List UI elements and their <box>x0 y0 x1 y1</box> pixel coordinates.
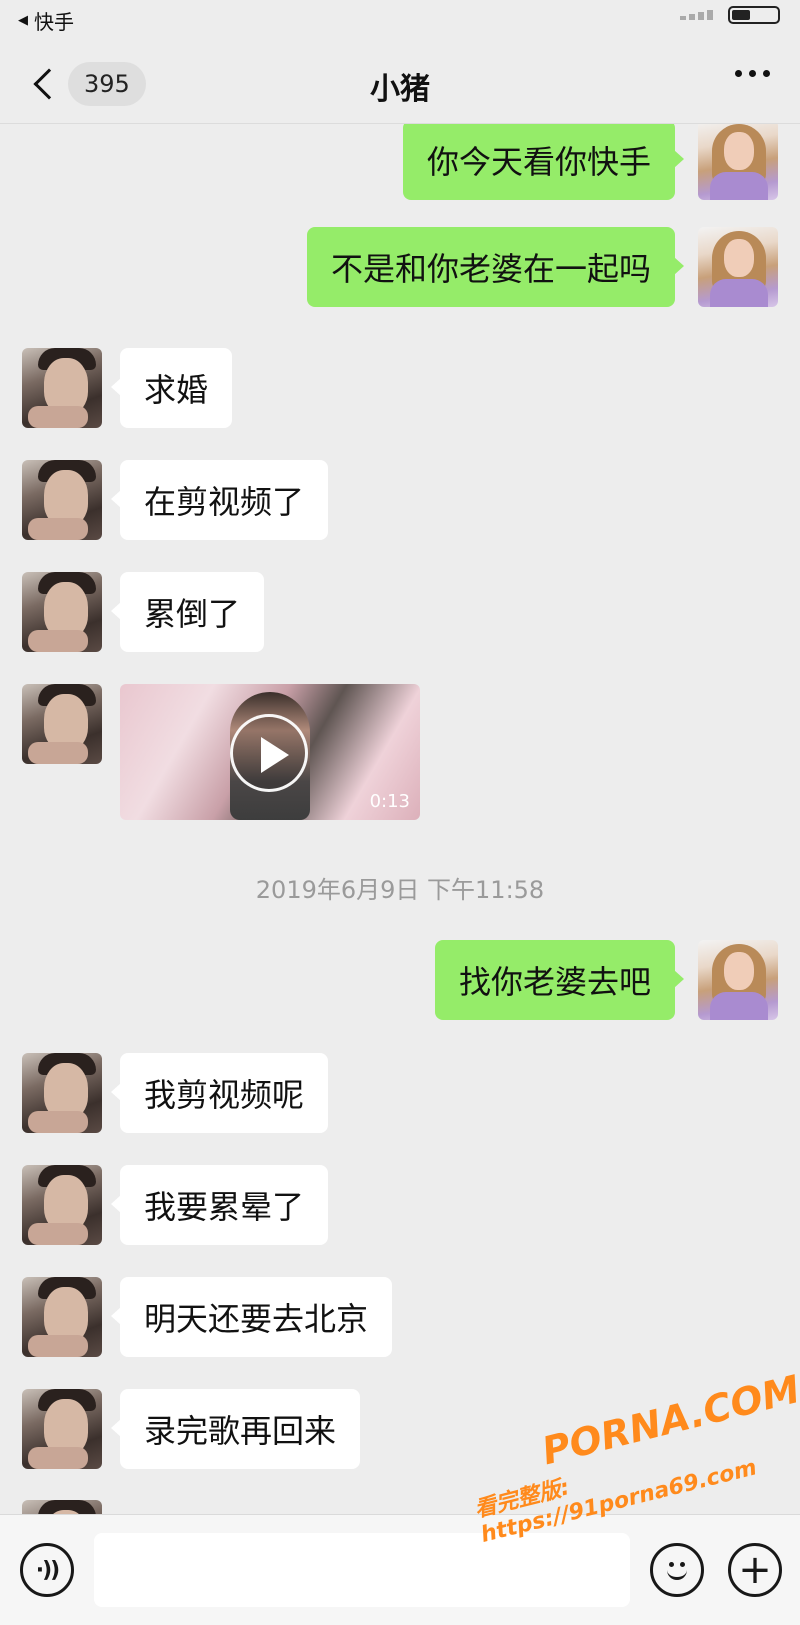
chat-header: 395 小猪 <box>0 48 800 124</box>
video-message[interactable]: 0:13 <box>120 684 420 820</box>
incoming-message[interactable]: 录完歌再回来 <box>110 1389 361 1469</box>
contact-avatar[interactable] <box>22 572 102 652</box>
play-icon[interactable] <box>230 714 308 792</box>
contact-avatar[interactable] <box>22 1500 102 1514</box>
contact-avatar[interactable] <box>22 1389 102 1469</box>
incoming-message[interactable]: 我要累晕了 <box>110 1165 329 1245</box>
message-list[interactable]: 你今天看你快手 不是和你老婆在一起吗 求婚 在剪视频了 累倒了 0:13 201… <box>0 124 800 1514</box>
contact-avatar[interactable] <box>22 684 102 764</box>
incoming-message[interactable]: 累倒了 <box>110 572 265 652</box>
my-avatar[interactable] <box>698 940 778 1020</box>
contact-avatar[interactable] <box>22 460 102 540</box>
message-input[interactable] <box>94 1533 630 1607</box>
video-duration: 0:13 <box>369 791 410 812</box>
contact-avatar[interactable] <box>22 348 102 428</box>
back-app-label: 快手 <box>34 9 74 34</box>
back-triangle-icon: ◀ <box>18 12 28 28</box>
contact-avatar[interactable] <box>22 1053 102 1133</box>
incoming-message[interactable]: 求婚 <box>110 348 233 428</box>
incoming-message[interactable]: 明天还要去北京 <box>110 1277 393 1357</box>
plus-icon[interactable]: + <box>728 1543 782 1597</box>
emoji-icon[interactable] <box>650 1543 704 1597</box>
incoming-message[interactable]: 我剪视频呢 <box>110 1053 329 1133</box>
contact-avatar[interactable] <box>22 1165 102 1245</box>
unread-count-badge: 395 <box>68 62 146 106</box>
outgoing-message[interactable]: 你今天看你快手 <box>402 124 685 200</box>
message-timestamp: 2019年6月9日 下午11:58 <box>255 876 545 904</box>
status-indicators <box>680 6 780 24</box>
my-avatar[interactable] <box>698 227 778 307</box>
signal-icon <box>680 10 714 20</box>
outgoing-message[interactable]: 找你老婆去吧 <box>434 940 685 1020</box>
input-bar: ·)) + <box>0 1514 800 1625</box>
back-button[interactable]: 395 <box>28 62 146 106</box>
battery-icon <box>728 6 780 24</box>
back-to-app[interactable]: ◀ 快手 <box>18 6 74 35</box>
my-avatar[interactable] <box>698 124 778 200</box>
incoming-message[interactable]: 在剪视频了 <box>110 460 329 540</box>
status-bar: ◀ 快手 <box>0 0 800 40</box>
outgoing-message[interactable]: 不是和你老婆在一起吗 <box>306 227 685 307</box>
more-dots-icon[interactable] <box>735 70 770 77</box>
contact-avatar[interactable] <box>22 1277 102 1357</box>
chat-title: 小猪 <box>370 71 430 107</box>
chevron-left-icon <box>33 68 65 100</box>
voice-icon[interactable]: ·)) <box>20 1543 74 1597</box>
